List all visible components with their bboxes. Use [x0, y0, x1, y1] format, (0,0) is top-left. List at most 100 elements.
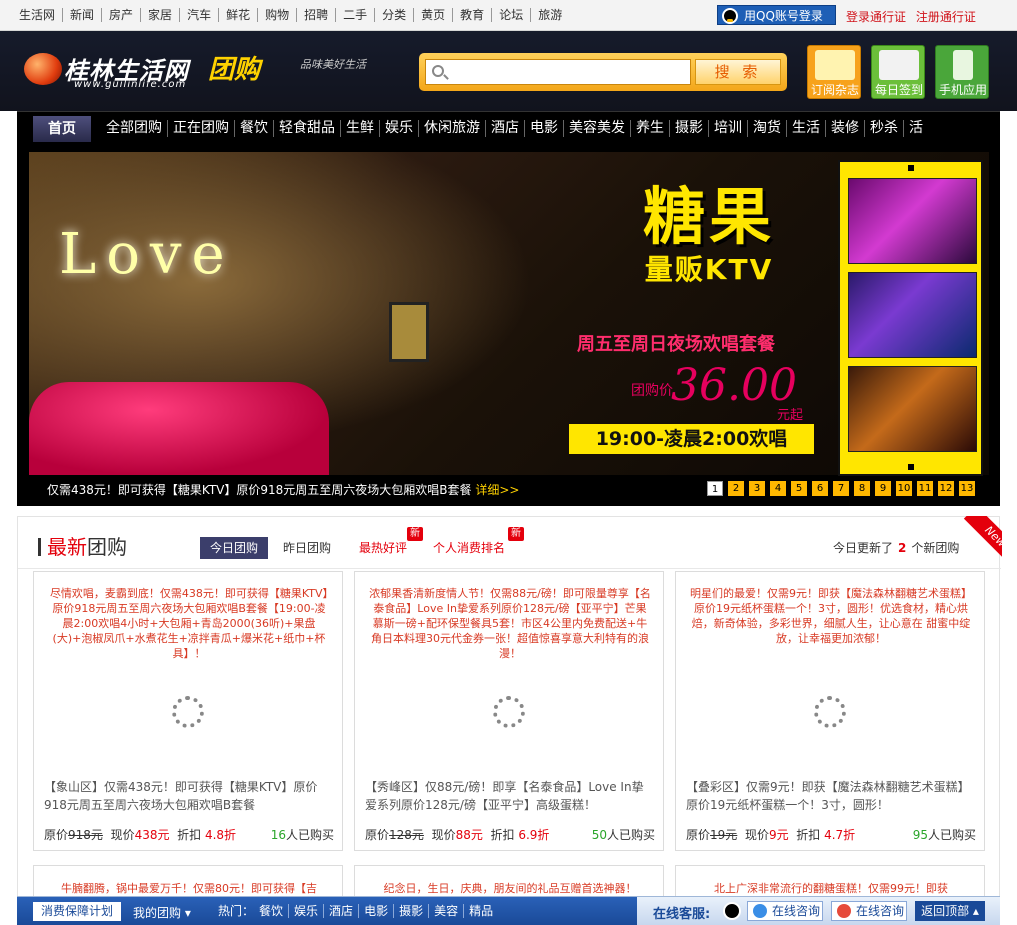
pager-item[interactable]: 11: [917, 481, 933, 496]
deal-card[interactable]: 尽情欢唱，麦霸到底！仅需438元！即可获得【糖果KTV】原价918元周五至周六夜…: [33, 571, 343, 851]
pager-item[interactable]: 12: [938, 481, 954, 496]
pager-item[interactable]: 6: [812, 481, 828, 496]
deal-summary[interactable]: 【叠彩区】仅需9元！即获【魔法森林翻糖艺术蛋糕】原价19元纸杯蛋糕一个！3寸，圆…: [686, 778, 976, 814]
deal-description[interactable]: 北上广深非常流行的翻糖蛋糕！仅需99元！即获: [690, 880, 972, 896]
daily-checkin-button[interactable]: 每日签到: [871, 45, 925, 99]
thumbnail[interactable]: [848, 272, 977, 358]
deal-description[interactable]: 明星们的最爱！仅需9元！即获【魔法森林翻糖艺术蛋糕】原价19元纸杯蛋糕一个！3寸…: [690, 586, 972, 646]
my-group-menu[interactable]: 我的团购 ▾: [133, 904, 191, 921]
nav-item[interactable]: 摄影: [670, 120, 709, 137]
site-nav-link[interactable]: 生活网: [12, 8, 64, 22]
online-consult-button[interactable]: 在线咨询: [831, 901, 907, 921]
tab-today-deals[interactable]: 今日团购: [200, 537, 268, 559]
deal-description[interactable]: 浓郁果香清新度情人节！仅需88元/磅！即可限量尊享【名泰食品】Love In挚爱…: [369, 586, 651, 661]
thumbnail[interactable]: [848, 178, 977, 264]
site-nav-link[interactable]: 汽车: [180, 8, 220, 22]
banner-time: 19:00-凌晨2:00欢唱: [569, 424, 814, 454]
deal-card[interactable]: 明星们的最爱！仅需9元！即获【魔法森林翻糖艺术蛋糕】原价19元纸杯蛋糕一个！3寸…: [675, 571, 985, 851]
pager-item[interactable]: 10: [896, 481, 912, 496]
nav-item[interactable]: 培训: [709, 120, 748, 137]
mobile-app-button[interactable]: 手机应用: [935, 45, 989, 99]
orig-price: 19元: [710, 828, 738, 842]
banner-detail-link[interactable]: 详细>>: [475, 483, 519, 497]
hot-link[interactable]: 酒店: [324, 904, 360, 918]
pager-item[interactable]: 9: [875, 481, 891, 496]
site-nav-link[interactable]: 论坛: [492, 8, 532, 22]
site-nav-link[interactable]: 黄页: [414, 8, 454, 22]
deal-card[interactable]: 浓郁果香清新度情人节！仅需88元/磅！即可限量尊享【名泰食品】Love In挚爱…: [354, 571, 664, 851]
nav-item[interactable]: 养生: [631, 120, 670, 137]
nav-item[interactable]: 淘货: [748, 120, 787, 137]
nav-item[interactable]: 美容美发: [564, 120, 631, 137]
banner-brand-sub: 量贩KTV: [644, 253, 774, 286]
site-nav-link[interactable]: 鲜花: [219, 8, 259, 22]
thumbnail[interactable]: [848, 366, 977, 452]
site-nav-link[interactable]: 旅游: [531, 8, 569, 22]
deal-description[interactable]: 牛腩翻腾，锅中最爱万千！仅需80元！即可获得【吉: [48, 880, 330, 896]
hot-link[interactable]: 摄影: [394, 904, 430, 918]
site-nav-link[interactable]: 房产: [102, 8, 142, 22]
thumb-down-icon[interactable]: [908, 464, 914, 470]
qq-icon: [722, 8, 738, 24]
thumb-up-icon[interactable]: [908, 165, 914, 171]
register-link[interactable]: 注册通行证: [916, 10, 976, 24]
nav-item[interactable]: 餐饮: [235, 120, 274, 137]
nav-item[interactable]: 活: [904, 120, 928, 137]
pager-item[interactable]: 13: [959, 481, 975, 496]
nav-item[interactable]: 生活: [787, 120, 826, 137]
pager-item[interactable]: 5: [791, 481, 807, 496]
nav-item[interactable]: 酒店: [486, 120, 525, 137]
pager-item[interactable]: 8: [854, 481, 870, 496]
site-nav-link[interactable]: 分类: [375, 8, 415, 22]
site-nav-link[interactable]: 二手: [336, 8, 376, 22]
nav-item[interactable]: 休闲旅游: [419, 120, 486, 137]
nav-item[interactable]: 生鲜: [341, 120, 380, 137]
qq-login-button[interactable]: 用QQ账号登录: [717, 5, 836, 25]
tab-yesterday-deals[interactable]: 昨日团购: [283, 537, 331, 559]
pager-item[interactable]: 4: [770, 481, 786, 496]
guarantee-plan-button[interactable]: 消费保障计划: [33, 902, 121, 921]
search-icon: [432, 65, 444, 77]
site-nav-link[interactable]: 家居: [141, 8, 181, 22]
nav-item[interactable]: 电影: [525, 120, 564, 137]
deal-price-row: 原价19元 现价9元 折扣 4.7折 95人已购买: [686, 826, 976, 843]
hot-link[interactable]: 精品: [464, 904, 498, 918]
site-nav-link[interactable]: 新闻: [63, 8, 103, 22]
hot-link[interactable]: 餐饮: [254, 904, 290, 918]
deal-summary[interactable]: 【秀峰区】仅88元/磅！即享【名泰食品】Love In挚爱系列原价128元/磅【…: [365, 778, 655, 814]
pager-item[interactable]: 3: [749, 481, 765, 496]
pager-item[interactable]: 1: [707, 481, 723, 496]
hot-link[interactable]: 娱乐: [289, 904, 325, 918]
search-button[interactable]: 搜 索: [695, 59, 781, 85]
site-nav-link[interactable]: 教育: [453, 8, 493, 22]
banner-love-sign: Love: [59, 222, 235, 287]
nav-item[interactable]: 全部团购: [101, 120, 168, 137]
deal-description[interactable]: 纪念日，生日，庆典，朋友间的礼品互赠首选神器！: [369, 880, 651, 896]
tab-consumption-ranking[interactable]: 个人消费排名: [433, 537, 505, 559]
nav-item[interactable]: 装修: [826, 120, 865, 137]
consult-label: 在线咨询: [856, 904, 905, 918]
site-logo[interactable]: 桂林生活网 团购 www.guilinlife.com: [24, 49, 294, 91]
login-link[interactable]: 登录通行证: [846, 10, 906, 24]
hot-link[interactable]: 电影: [359, 904, 395, 918]
subscribe-magazine-button[interactable]: 订阅杂志: [807, 45, 861, 99]
now-price-label: 现价: [110, 828, 135, 842]
pager-item[interactable]: 7: [833, 481, 849, 496]
back-to-top-button[interactable]: 返回顶部 ▴: [915, 901, 985, 921]
nav-home[interactable]: 首页: [33, 116, 91, 142]
discount-label: 折扣: [177, 828, 202, 842]
nav-item[interactable]: 秒杀: [865, 120, 904, 137]
nav-item[interactable]: 娱乐: [380, 120, 419, 137]
deal-summary[interactable]: 【象山区】仅需438元！即可获得【糖果KTV】原价918元周五至周六夜场大包厢欢…: [44, 778, 334, 814]
tab-hot-reviews[interactable]: 最热好评: [359, 537, 407, 559]
pager-item[interactable]: 2: [728, 481, 744, 496]
hot-link[interactable]: 美容: [429, 904, 465, 918]
nav-item[interactable]: 正在团购: [168, 120, 235, 137]
banner-caption-text[interactable]: 仅需438元！即可获得【糖果KTV】原价918元周五至周六夜场大包厢欢唱B套餐: [47, 483, 472, 497]
site-nav-link[interactable]: 购物: [258, 8, 298, 22]
deal-description[interactable]: 尽情欢唱，麦霸到底！仅需438元！即可获得【糖果KTV】原价918元周五至周六夜…: [48, 586, 330, 661]
online-consult-button[interactable]: 在线咨询: [747, 901, 823, 921]
site-nav-link[interactable]: 招聘: [297, 8, 337, 22]
nav-item[interactable]: 轻食甜品: [274, 120, 341, 137]
search-input[interactable]: [425, 59, 691, 85]
